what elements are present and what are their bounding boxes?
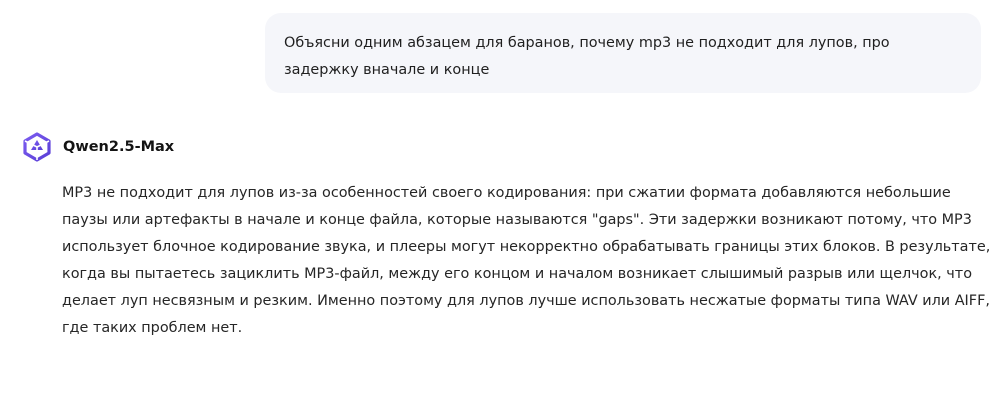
assistant-response-text: MP3 не подходит для лупов из-за особенно… — [62, 185, 991, 336]
user-message-bubble: Объясни одним абзацем для баранов, почем… — [265, 13, 981, 93]
qwen-logo-icon — [22, 132, 52, 162]
model-name: Qwen2.5-Max — [63, 139, 175, 155]
assistant-header: Qwen2.5-Max — [22, 130, 174, 164]
user-message-text: Объясни одним абзацем для баранов, почем… — [284, 35, 890, 78]
chat-page: Объясни одним абзацем для баранов, почем… — [0, 0, 998, 404]
